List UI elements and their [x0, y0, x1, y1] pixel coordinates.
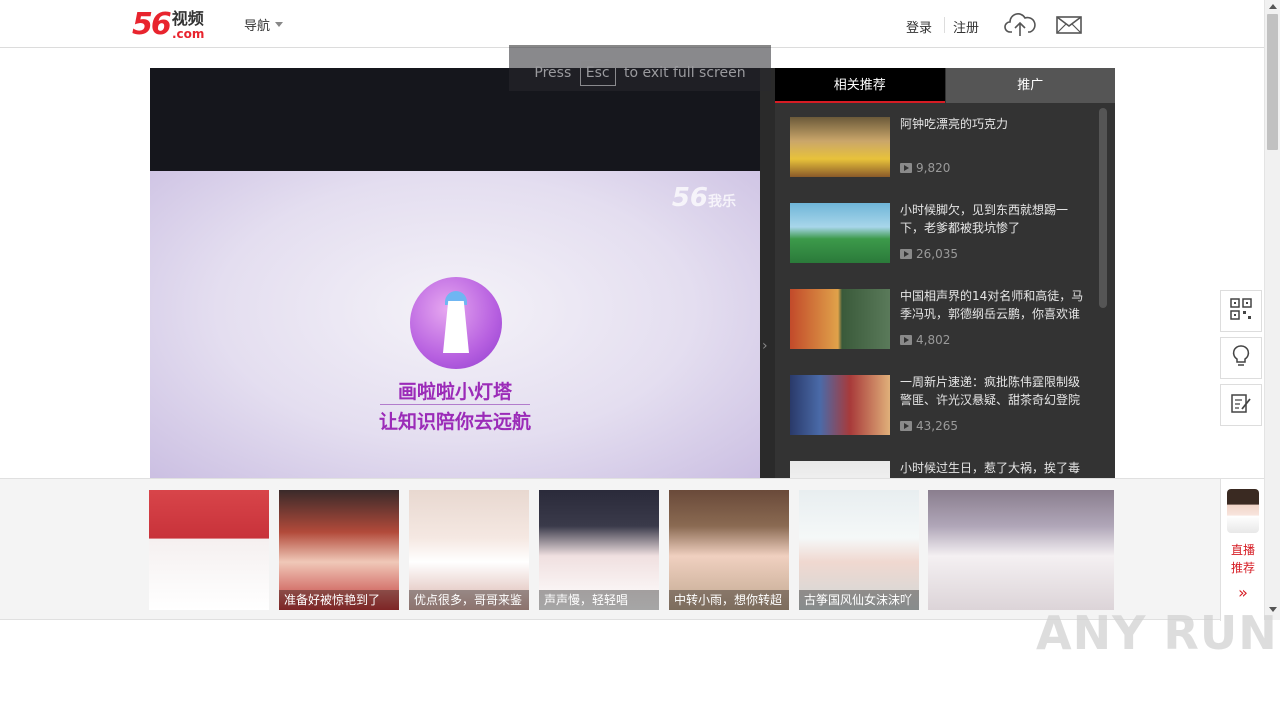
view-count-value: 43,265: [916, 419, 958, 433]
logo-domain: .com: [172, 27, 205, 41]
view-count: 9,820: [900, 161, 950, 175]
view-count-value: 9,820: [916, 161, 951, 175]
video-thumbnail[interactable]: [790, 461, 890, 478]
view-count-value: 4,802: [916, 333, 951, 347]
list-item[interactable]: 阿钟吃漂亮的巧克力 9,820: [775, 103, 1099, 189]
watermark-number: 56: [671, 183, 708, 213]
play-count-icon: [900, 335, 912, 345]
scrollbar-thumb[interactable]: [1267, 14, 1278, 150]
cloud-upload-icon[interactable]: [1004, 10, 1036, 38]
video-frame: 56我乐 画啦啦小灯塔 让知识陪你去远航: [150, 171, 760, 478]
live-recommend-more[interactable]: 直播推荐 »: [1220, 479, 1264, 621]
qr-code-button[interactable]: [1220, 290, 1262, 332]
video-title[interactable]: 中国相声界的14对名师和高徒，马季冯巩，郭德纲岳云鹏，你喜欢谁: [900, 287, 1090, 323]
esc-key: Esc: [579, 60, 616, 86]
live-card[interactable]: 中转小雨，想你转超: [669, 490, 789, 610]
site-logo[interactable]: 56 视频 .com: [132, 7, 205, 42]
live-caption: 声声慢，轻轻唱: [539, 590, 659, 610]
lightbulb-icon: [1231, 344, 1251, 372]
live-caption: 中转小雨，想你转超: [669, 590, 789, 610]
lighthouse-logo-icon: [410, 277, 502, 369]
avatar: [1227, 489, 1259, 533]
video-thumbnail[interactable]: [790, 117, 890, 177]
play-count-icon: [900, 163, 912, 173]
scroll-up-icon[interactable]: [1269, 4, 1277, 9]
video-title[interactable]: 阿钟吃漂亮的巧克力: [900, 115, 1090, 133]
nav-dropdown[interactable]: 导航: [244, 15, 284, 34]
panel-scrollbar[interactable]: [1099, 108, 1107, 308]
login-link[interactable]: 登录: [906, 17, 932, 36]
view-count: 4,802: [900, 333, 950, 347]
view-count: 26,035: [900, 247, 958, 261]
list-item[interactable]: 中国相声界的14对名师和高徒，马季冯巩，郭德纲岳云鹏，你喜欢谁 4,802: [775, 275, 1099, 361]
live-caption: 准备好被惊艳到了: [279, 590, 399, 610]
live-label-1: 直播: [1230, 543, 1255, 557]
fullscreen-notice-text: Press Esc to exit full screen: [509, 60, 771, 86]
chevron-down-icon: [275, 22, 284, 27]
live-card[interactable]: [149, 490, 269, 610]
edit-button[interactable]: [1220, 384, 1262, 426]
anyrun-watermark: ANY RUN: [1036, 606, 1278, 660]
play-count-icon: [900, 249, 912, 259]
play-count-icon: [900, 421, 912, 431]
watermark-text: 我乐: [708, 194, 736, 210]
tab-promo[interactable]: 推广: [944, 68, 1115, 103]
video-thumbnail[interactable]: [790, 289, 890, 349]
list-item[interactable]: 小时候过生日，惹了大祸，挨了毒打: [775, 447, 1099, 478]
notice-press: Press: [534, 65, 572, 81]
divider: [380, 404, 530, 405]
site-header: 56 视频 .com 导航 登录 注册: [0, 0, 1264, 48]
live-label-2: 推荐: [1230, 561, 1255, 575]
live-card[interactable]: 声声慢，轻轻唱: [539, 490, 659, 610]
video-thumbnail[interactable]: [790, 375, 890, 435]
view-count-value: 26,035: [916, 247, 958, 261]
live-card[interactable]: 优点很多，哥哥来鉴: [409, 490, 529, 610]
live-label: 直播 推荐: [1221, 541, 1265, 577]
page-scrollbar[interactable]: [1264, 0, 1280, 620]
live-caption: 优点很多，哥哥来鉴: [409, 590, 529, 610]
live-card[interactable]: [928, 490, 1114, 610]
panel-collapse-toggle[interactable]: ›: [760, 68, 775, 478]
fullscreen-notice: Press Esc to exit full screen: [509, 45, 771, 91]
live-card[interactable]: 准备好被惊艳到了: [279, 490, 399, 610]
chevron-right-icon: ›: [762, 338, 768, 354]
video-title[interactable]: 小时候过生日，惹了大祸，挨了毒打: [900, 459, 1090, 478]
edit-note-icon: [1230, 392, 1252, 418]
list-item[interactable]: 一周新片速递：疯批陈伟霆限制级警匪、许光汉悬疑、甜茶奇幻登院 43,265: [775, 361, 1099, 447]
feedback-button[interactable]: [1220, 337, 1262, 379]
lighthouse-tower: [443, 301, 469, 353]
mail-icon[interactable]: [1056, 14, 1082, 36]
qr-code-icon: [1230, 298, 1252, 324]
divider: [944, 17, 945, 33]
view-count: 43,265: [900, 419, 958, 433]
logo-text: 视频: [171, 9, 204, 28]
nav-label: 导航: [244, 19, 271, 34]
chevron-double-right-icon: »: [1238, 583, 1248, 602]
ad-slogan: 让知识陪你去远航: [378, 411, 531, 433]
logo-number: 56: [132, 7, 172, 42]
video-title[interactable]: 小时候脚欠，见到东西就想踢一下，老爹都被我坑惨了: [900, 201, 1090, 237]
video-title[interactable]: 一周新片速递：疯批陈伟霆限制级警匪、许光汉悬疑、甜茶奇幻登院: [900, 373, 1090, 409]
register-link[interactable]: 注册: [953, 17, 979, 36]
live-card[interactable]: 古筝国风仙女沫沫吖: [799, 490, 919, 610]
live-caption: 古筝国风仙女沫沫吖: [799, 590, 919, 610]
video-player[interactable]: 56我乐 画啦啦小灯塔 让知识陪你去远航: [150, 68, 760, 478]
notice-rest: to exit full screen: [624, 65, 746, 81]
list-item[interactable]: 小时候脚欠，见到东西就想踢一下，老爹都被我坑惨了 26,035: [775, 189, 1099, 275]
live-recommend-strip: 准备好被惊艳到了 优点很多，哥哥来鉴 声声慢，轻轻唱 中转小雨，想你转超 古筝国…: [0, 478, 1264, 621]
tab-related[interactable]: 相关推荐: [775, 68, 945, 103]
video-thumbnail[interactable]: [790, 203, 890, 263]
ad-brand-name: 画啦啦小灯塔: [397, 381, 512, 403]
video-watermark: 56我乐: [672, 183, 736, 213]
panel-tabs: 相关推荐 推广: [775, 68, 1115, 103]
recommend-list: 阿钟吃漂亮的巧克力 9,820 小时候脚欠，见到东西就想踢一下，老爹都被我坑惨了…: [775, 103, 1099, 478]
recommend-panel: 相关推荐 推广 阿钟吃漂亮的巧克力 9,820 小时候脚欠，见到东西就想踢一下，…: [775, 68, 1115, 478]
